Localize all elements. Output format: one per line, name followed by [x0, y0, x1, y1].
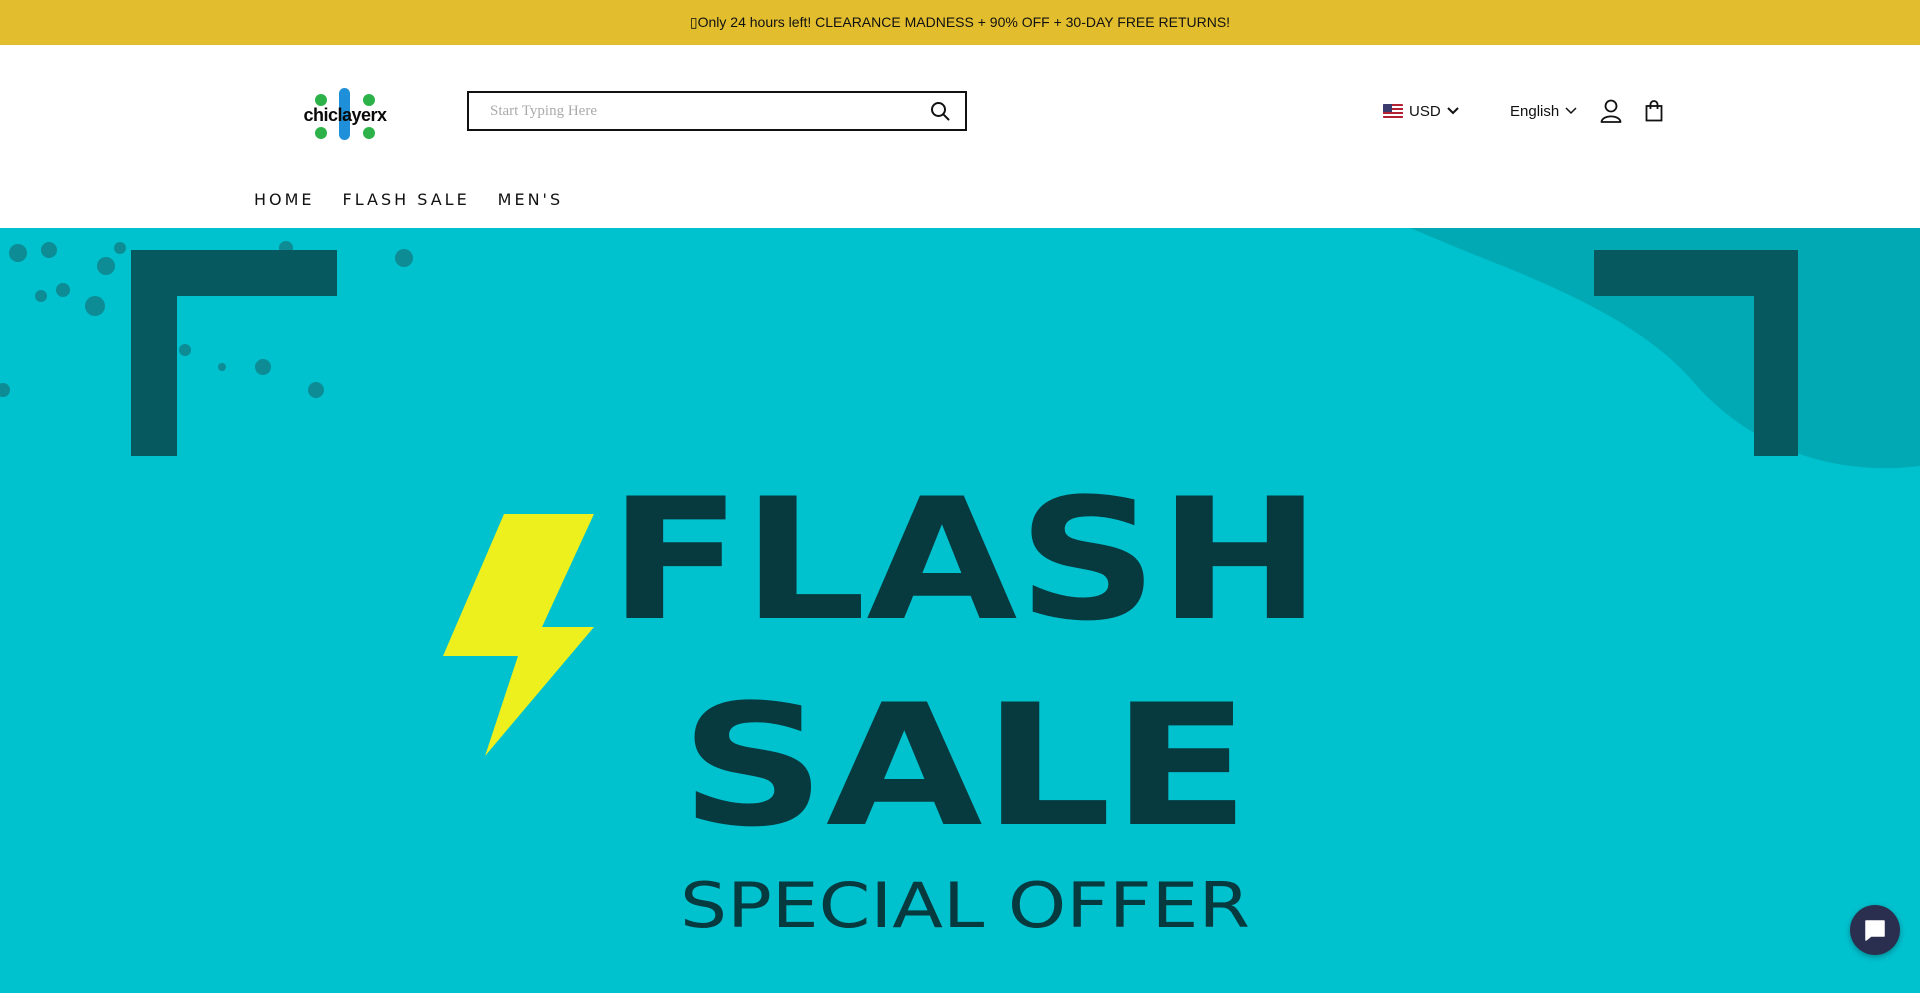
- currency-label: USD: [1409, 102, 1441, 120]
- logo-dot: [363, 127, 375, 139]
- hero-subtitle: SPECIAL OFFER: [680, 869, 1250, 942]
- chat-bubble-icon: [1865, 920, 1885, 941]
- site-header: chiclayerx USD English: [0, 45, 1920, 228]
- main-nav: HOME FLASH SALE MEN'S: [254, 190, 563, 209]
- store-logo[interactable]: chiclayerx: [300, 82, 390, 147]
- announcement-text: ▯Only 24 hours left! CLEARANCE MADNESS +…: [689, 14, 1231, 30]
- announcement-bar: ▯Only 24 hours left! CLEARANCE MADNESS +…: [0, 0, 1920, 45]
- nav-item-home[interactable]: HOME: [254, 190, 315, 209]
- us-flag-icon: [1383, 104, 1403, 118]
- lightning-bolt-icon: [443, 514, 594, 756]
- user-icon: [1600, 99, 1622, 123]
- search-box: [467, 91, 967, 131]
- hero-banner[interactable]: FLASH SALE SPECIAL OFFER: [0, 228, 1920, 993]
- corner-bracket-left: [131, 250, 337, 456]
- language-selector[interactable]: English: [1510, 100, 1577, 122]
- chat-button[interactable]: [1850, 905, 1900, 955]
- logo-wordmark: chiclayerx: [303, 105, 387, 125]
- hero-title-flash: FLASH: [609, 462, 1322, 658]
- chevron-down-icon: [1565, 107, 1577, 115]
- language-label: English: [1510, 102, 1560, 120]
- account-button[interactable]: [1598, 97, 1624, 125]
- chevron-down-icon: [1446, 107, 1459, 115]
- search-input[interactable]: [469, 93, 915, 129]
- nav-item-mens[interactable]: MEN'S: [498, 190, 563, 209]
- hero-title-sale: SALE: [680, 668, 1250, 864]
- cart-button[interactable]: [1643, 97, 1665, 125]
- shopping-bag-icon: [1645, 100, 1663, 122]
- currency-selector[interactable]: USD: [1383, 100, 1459, 122]
- nav-item-flash-sale[interactable]: FLASH SALE: [343, 190, 470, 209]
- logo-dot: [315, 127, 327, 139]
- search-icon[interactable]: [915, 93, 965, 129]
